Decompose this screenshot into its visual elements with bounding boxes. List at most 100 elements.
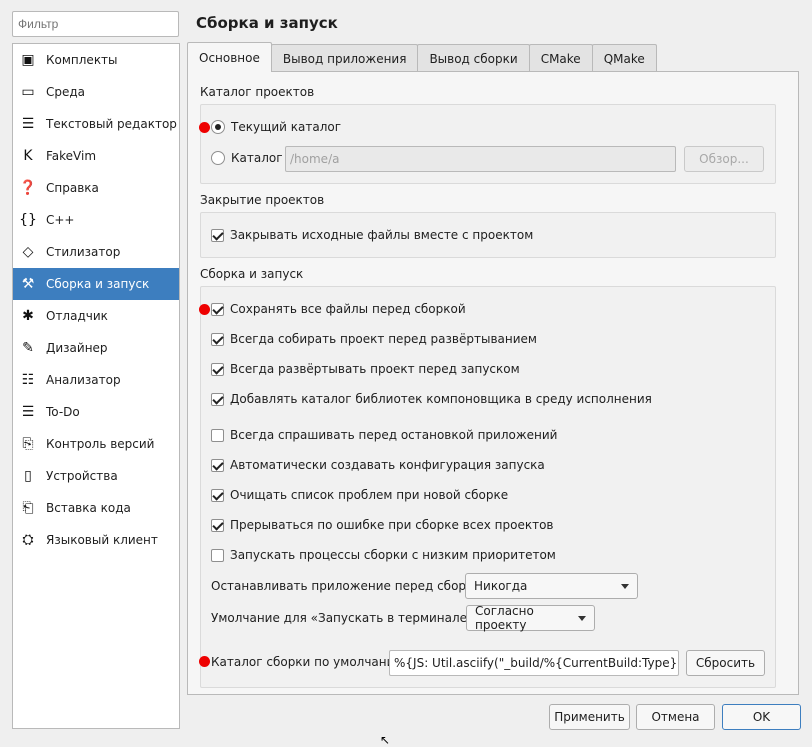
build-option-row[interactable]: Прерываться по ошибке при сборке всех пр… bbox=[211, 518, 554, 532]
sidebar-item[interactable]: ☷ Анализатор bbox=[13, 364, 179, 396]
ok-button[interactable]: OK bbox=[722, 704, 801, 730]
build-option-checkbox[interactable] bbox=[211, 458, 224, 472]
red-marker-dot bbox=[199, 122, 210, 133]
build-option-row[interactable]: Добавлять каталог библиотек компоновщика… bbox=[211, 392, 652, 406]
monitor-icon: ▭ bbox=[21, 84, 35, 100]
language-client-icon: ⛭ bbox=[22, 532, 34, 548]
sidebar-item[interactable]: ✎ Дизайнер bbox=[13, 332, 179, 364]
cancel-button[interactable]: Отмена bbox=[636, 704, 715, 730]
build-option-row[interactable]: Всегда развёртывать проект перед запуско… bbox=[211, 362, 520, 376]
red-marker-dot bbox=[199, 656, 210, 667]
build-option-label: Запускать процессы сборки с низким приор… bbox=[230, 548, 556, 562]
filter-input[interactable] bbox=[12, 11, 179, 37]
sidebar-item[interactable]: ▯ Устройства bbox=[13, 460, 179, 492]
fakevim-icon: K bbox=[23, 148, 33, 164]
sidebar-item[interactable]: ⎗ Вставка кода bbox=[13, 492, 179, 524]
sidebar-item[interactable]: {} C++ bbox=[13, 204, 179, 236]
terminal-default-label: Умолчание для «Запускать в терминале»: bbox=[211, 611, 479, 625]
sidebar-item-label: C++ bbox=[46, 213, 75, 227]
analyzer-icon: ☷ bbox=[21, 372, 35, 388]
tab-cmake[interactable]: CMake bbox=[528, 44, 593, 72]
sidebar-item[interactable]: ⛭ Языковый клиент bbox=[13, 524, 179, 556]
chevron-down-icon bbox=[578, 615, 586, 621]
build-option-checkbox[interactable] bbox=[211, 392, 224, 406]
terminal-default-select[interactable]: Согласно проекту bbox=[466, 604, 595, 632]
build-option-checkbox[interactable] bbox=[211, 548, 224, 562]
sidebar-item[interactable]: ⚒ Сборка и запуск bbox=[13, 268, 179, 300]
reset-button[interactable]: Сбросить bbox=[686, 650, 765, 676]
red-marker-dot bbox=[199, 304, 210, 315]
dir-radio[interactable] bbox=[211, 151, 225, 165]
build-option-checkbox[interactable] bbox=[211, 332, 224, 346]
section-title-closing: Закрытие проектов bbox=[200, 193, 325, 207]
build-option-checkbox[interactable] bbox=[211, 302, 224, 316]
sidebar-item[interactable]: ▣ Комплекты bbox=[13, 44, 179, 76]
tab-general[interactable]: Основное bbox=[187, 42, 272, 72]
sidebar-item-label: Сборка и запуск bbox=[46, 277, 150, 291]
build-option-label: Всегда развёртывать проект перед запуско… bbox=[230, 362, 520, 376]
close-sources-checkbox[interactable] bbox=[211, 228, 224, 242]
apply-button[interactable]: Применить bbox=[549, 704, 630, 730]
build-option-row[interactable]: Автоматически создавать конфигурация зап… bbox=[211, 458, 545, 472]
sidebar-item[interactable]: ▭ Среда bbox=[13, 76, 179, 108]
stop-before-build-select[interactable]: Никогда bbox=[465, 573, 638, 599]
browse-button[interactable]: Обзор... bbox=[684, 146, 764, 172]
build-option-label: Добавлять каталог библиотек компоновщика… bbox=[230, 392, 652, 406]
sidebar-item-label: Отладчик bbox=[46, 309, 108, 323]
tab-bar: Основное Вывод приложения Вывод сборки C… bbox=[187, 42, 657, 72]
sidebar-item[interactable]: K FakeVim bbox=[13, 140, 179, 172]
sidebar-item-label: FakeVim bbox=[46, 149, 97, 163]
tab-application-output[interactable]: Вывод приложения bbox=[270, 44, 419, 72]
build-option-row[interactable]: Запускать процессы сборки с низким приор… bbox=[211, 548, 556, 562]
code-paste-icon: ⎗ bbox=[22, 500, 34, 516]
mouse-cursor-icon: ↖ bbox=[380, 733, 391, 747]
tab-build-output[interactable]: Вывод сборки bbox=[417, 44, 530, 72]
sidebar-item-label: Дизайнер bbox=[46, 341, 108, 355]
help-icon: ❓ bbox=[19, 180, 37, 196]
sidebar-item-label: Среда bbox=[46, 85, 86, 99]
build-option-checkbox[interactable] bbox=[211, 488, 224, 502]
sidebar-item[interactable]: ☰ To-Do bbox=[13, 396, 179, 428]
pencil-icon: ✎ bbox=[22, 340, 34, 356]
cpp-braces-icon: {} bbox=[19, 212, 37, 228]
sidebar-item-label: Текстовый редактор bbox=[46, 117, 177, 131]
build-option-row[interactable]: Всегда спрашивать перед остановкой прило… bbox=[211, 428, 557, 442]
text-editor-icon: ☰ bbox=[21, 116, 35, 132]
devices-icon: ▯ bbox=[24, 468, 32, 484]
build-option-row[interactable]: Сохранять все файлы перед сборкой bbox=[211, 302, 466, 316]
sidebar-item-label: Языковый клиент bbox=[46, 533, 158, 547]
close-sources-checkbox-row[interactable]: Закрывать исходные файлы вместе с проект… bbox=[211, 228, 533, 242]
sidebar-item[interactable]: ⎘ Контроль версий bbox=[13, 428, 179, 460]
todo-list-icon: ☰ bbox=[21, 404, 35, 420]
build-option-label: Всегда спрашивать перед остановкой прило… bbox=[230, 428, 558, 442]
build-option-checkbox[interactable] bbox=[211, 518, 224, 532]
projects-dir-input[interactable]: /home/a bbox=[285, 146, 676, 172]
build-option-checkbox[interactable] bbox=[211, 428, 224, 442]
page-title: Сборка и запуск bbox=[196, 14, 338, 32]
build-option-label: Очищать список проблем при новой сборке bbox=[230, 488, 509, 502]
current-dir-radio[interactable] bbox=[211, 120, 225, 134]
beautifier-diamond-icon: ◇ bbox=[22, 244, 34, 260]
current-dir-radio-row[interactable]: Текущий каталог bbox=[211, 120, 341, 134]
kits-icon: ▣ bbox=[21, 52, 35, 68]
tab-panel-general: Каталог проектов Текущий каталог Каталог… bbox=[187, 71, 799, 695]
sidebar-item-label: Комплекты bbox=[46, 53, 118, 67]
tab-qmake[interactable]: QMake bbox=[591, 44, 657, 72]
build-dir-input[interactable]: %{JS: Util.asciify("_build/%{CurrentBuil… bbox=[389, 650, 679, 676]
sidebar-item[interactable]: ◇ Стилизатор bbox=[13, 236, 179, 268]
build-option-checkbox[interactable] bbox=[211, 362, 224, 376]
stop-before-build-value: Никогда bbox=[474, 579, 528, 593]
sidebar-item-label: Стилизатор bbox=[46, 245, 121, 259]
sidebar-item[interactable]: ☰ Текстовый редактор bbox=[13, 108, 179, 140]
bug-icon: ✱ bbox=[22, 308, 34, 324]
build-option-row[interactable]: Всегда собирать проект перед развёртыван… bbox=[211, 332, 537, 346]
sidebar-item-label: Анализатор bbox=[46, 373, 121, 387]
current-dir-label: Текущий каталог bbox=[231, 120, 342, 134]
dir-radio-row[interactable]: Каталог bbox=[211, 151, 283, 165]
sidebar-item[interactable]: ❓ Справка bbox=[13, 172, 179, 204]
section-title-projects-dir: Каталог проектов bbox=[200, 85, 315, 99]
sidebar-item-label: Вставка кода bbox=[46, 501, 131, 515]
sidebar-item[interactable]: ✱ Отладчик bbox=[13, 300, 179, 332]
build-option-row[interactable]: Очищать список проблем при новой сборке bbox=[211, 488, 508, 502]
hammer-icon: ⚒ bbox=[21, 276, 35, 292]
